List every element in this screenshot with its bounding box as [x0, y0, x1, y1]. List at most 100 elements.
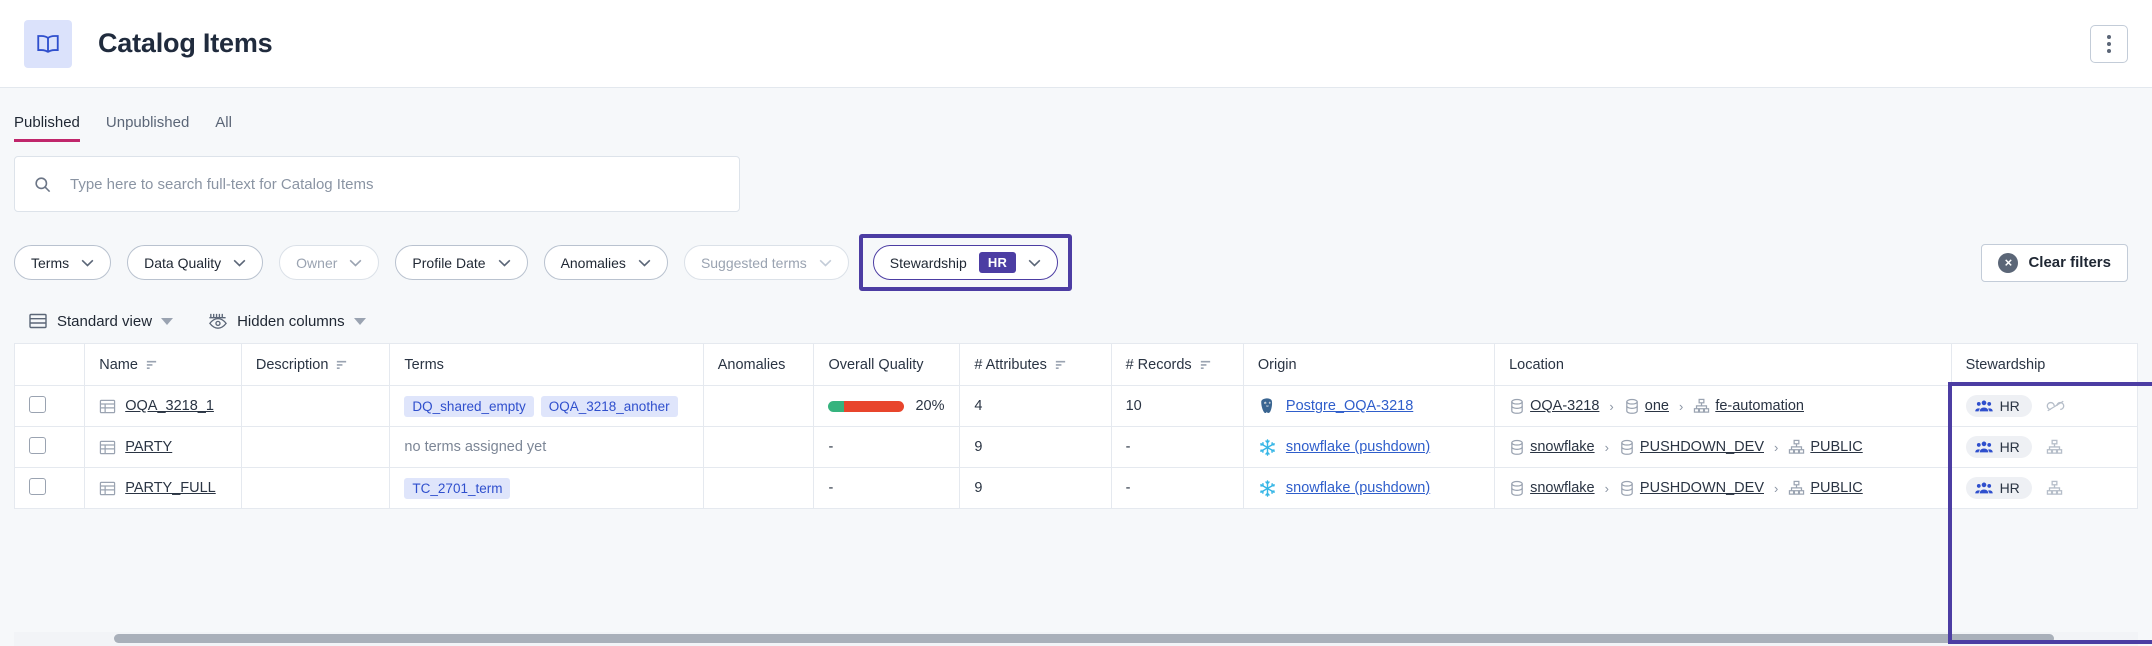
location-segment-link[interactable]: PUSHDOWN_DEV	[1640, 439, 1764, 455]
stewardship-badge[interactable]: HR	[1966, 477, 2032, 499]
kebab-menu-icon	[2107, 35, 2111, 39]
th-name[interactable]: Name	[85, 344, 242, 386]
cell-location: snowflake › PUSHDOWN_DEV ›	[1495, 468, 1951, 509]
cell-stewardship: HR	[1951, 468, 2137, 509]
location-segment-link[interactable]: fe-automation	[1715, 398, 1804, 414]
location-segment-link[interactable]: OQA-3218	[1530, 398, 1599, 414]
row-checkbox-cell[interactable]	[15, 386, 85, 427]
sort-icon[interactable]	[1054, 358, 1067, 371]
breadcrumb-separator-icon: ›	[1774, 440, 1778, 455]
row-checkbox-cell[interactable]	[15, 427, 85, 468]
th-origin: Origin	[1243, 344, 1494, 386]
filter-chip-label: Owner	[296, 255, 337, 271]
item-name-link[interactable]: PARTY_FULL	[125, 480, 216, 496]
tab-all[interactable]: All	[215, 114, 232, 142]
filter-chip-terms[interactable]: Terms	[14, 245, 111, 280]
row-checkbox[interactable]	[29, 437, 46, 454]
row-checkbox[interactable]	[29, 396, 46, 413]
schema-icon[interactable]	[2046, 439, 2063, 455]
eye-hidden-icon	[207, 311, 228, 331]
filter-chip-owner[interactable]: Owner	[279, 245, 379, 280]
search-box[interactable]	[14, 156, 740, 212]
origin-link[interactable]: snowflake (pushdown)	[1286, 480, 1430, 496]
row-checkbox[interactable]	[29, 478, 46, 495]
standard-view-selector[interactable]: Standard view	[28, 311, 173, 331]
cell-name[interactable]: PARTY	[85, 427, 242, 468]
cell-anomalies	[703, 427, 814, 468]
row-checkbox-cell[interactable]	[15, 468, 85, 509]
chevron-down-icon	[1028, 259, 1041, 267]
th-label: Name	[99, 357, 138, 373]
kebab-menu-button[interactable]	[2090, 25, 2128, 63]
terms-empty-label: no terms assigned yet	[404, 439, 546, 455]
quality-bar-good	[828, 401, 843, 412]
sort-icon[interactable]	[335, 358, 348, 371]
hidden-columns-selector[interactable]: Hidden columns	[207, 311, 366, 331]
catalog-table-wrap: Name Description Terms	[0, 343, 2152, 509]
chevron-down-icon	[233, 259, 246, 267]
schema-icon[interactable]	[2046, 480, 2063, 496]
table-header-row: Name Description Terms	[15, 344, 2138, 386]
database-icon	[1509, 439, 1525, 456]
cell-terms: no terms assigned yet	[390, 427, 703, 468]
cell-origin[interactable]: snowflake (pushdown)	[1243, 427, 1494, 468]
stewardship-badge[interactable]: HR	[1966, 395, 2032, 417]
horizontal-scrollbar-thumb[interactable]	[114, 634, 2054, 643]
quality-bar-bad	[844, 401, 905, 412]
th-attributes[interactable]: # Attributes	[960, 344, 1111, 386]
horizontal-scrollbar-track[interactable]	[14, 632, 2138, 646]
sort-icon[interactable]	[145, 358, 158, 371]
table-icon	[99, 439, 116, 456]
filter-chip-stewardship[interactable]: Stewardship HR	[873, 245, 1058, 280]
location-segment-link[interactable]: one	[1645, 398, 1669, 414]
cell-origin[interactable]: Postgre_OQA-3218	[1243, 386, 1494, 427]
cell-anomalies	[703, 386, 814, 427]
search-input[interactable]	[68, 175, 721, 194]
database-icon	[1624, 398, 1640, 415]
cell-name[interactable]: OQA_3218_1	[85, 386, 242, 427]
filter-chip-data-quality[interactable]: Data Quality	[127, 245, 263, 280]
th-label: # Attributes	[974, 357, 1047, 373]
filter-chip-anomalies[interactable]: Anomalies	[544, 245, 668, 280]
tab-published[interactable]: Published	[14, 114, 80, 142]
stewardship-filter-highlight: Stewardship HR	[859, 234, 1072, 291]
item-name-link[interactable]: PARTY	[125, 439, 172, 455]
breadcrumb-separator-icon: ›	[1609, 399, 1613, 414]
link-broken-icon[interactable]	[2046, 399, 2065, 413]
term-tag[interactable]: TC_2701_term	[404, 478, 510, 499]
th-label: Origin	[1258, 357, 1297, 373]
filter-chip-suggested-terms[interactable]: Suggested terms	[684, 245, 849, 280]
sort-icon[interactable]	[1199, 358, 1212, 371]
th-select-all[interactable]	[15, 344, 85, 386]
table-row[interactable]: PARTY no terms assigned yet - 9 -	[15, 427, 2138, 468]
location-segment-link[interactable]: snowflake	[1530, 439, 1594, 455]
quality-value: 20%	[915, 398, 944, 414]
filter-chip-profile-date[interactable]: Profile Date	[395, 245, 527, 280]
location-segment-link[interactable]: PUBLIC	[1810, 480, 1862, 496]
cell-origin[interactable]: snowflake (pushdown)	[1243, 468, 1494, 509]
item-name-link[interactable]: OQA_3218_1	[125, 398, 214, 414]
standard-view-label: Standard view	[57, 313, 152, 330]
term-tag[interactable]: OQA_3218_another	[541, 396, 678, 417]
location-segment-link[interactable]: PUBLIC	[1810, 439, 1862, 455]
tab-unpublished[interactable]: Unpublished	[106, 114, 189, 142]
cell-name[interactable]: PARTY_FULL	[85, 468, 242, 509]
location-segment-link[interactable]: snowflake	[1530, 480, 1594, 496]
th-description[interactable]: Description	[241, 344, 390, 386]
term-tag[interactable]: DQ_shared_empty	[404, 396, 533, 417]
schema-icon	[1693, 398, 1710, 414]
table-row[interactable]: OQA_3218_1 DQ_shared_empty OQA_3218_anoth…	[15, 386, 2138, 427]
table-row[interactable]: PARTY_FULL TC_2701_term - 9 -	[15, 468, 2138, 509]
th-records[interactable]: # Records	[1111, 344, 1243, 386]
filter-chip-label: Data Quality	[144, 255, 221, 271]
origin-link[interactable]: snowflake (pushdown)	[1286, 439, 1430, 455]
clear-filters-button[interactable]: × Clear filters	[1981, 244, 2128, 282]
filter-chip-label: Profile Date	[412, 255, 485, 271]
location-segment-link[interactable]: PUSHDOWN_DEV	[1640, 480, 1764, 496]
origin-link[interactable]: Postgre_OQA-3218	[1286, 398, 1413, 414]
schema-icon	[1788, 439, 1805, 455]
th-label: Stewardship	[1966, 357, 2046, 373]
stewardship-badge[interactable]: HR	[1966, 436, 2032, 458]
th-label: Description	[256, 357, 329, 373]
page-title: Catalog Items	[98, 28, 272, 59]
